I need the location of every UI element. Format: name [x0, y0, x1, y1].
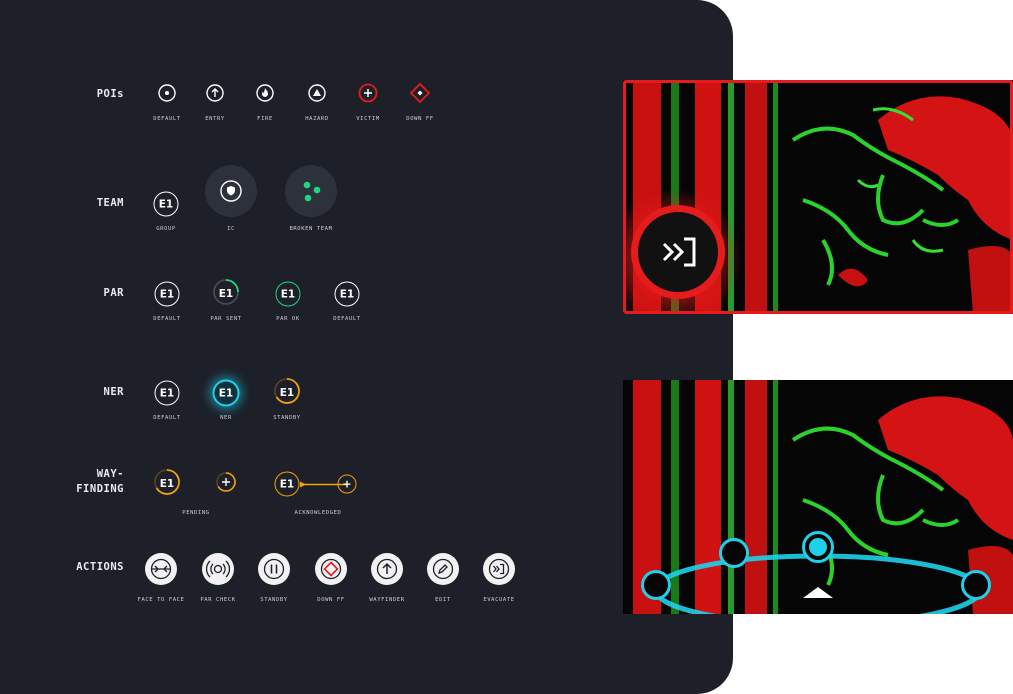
- poi-fire-icon[interactable]: [256, 84, 274, 106]
- row-label-wayfinding-line1: WAY-: [96, 468, 124, 480]
- radial-node-right[interactable]: [961, 570, 991, 600]
- team-broken-team-caption: BROKEN TEAM: [289, 226, 333, 232]
- ner-active-badge[interactable]: E1: [212, 379, 240, 407]
- pencil-icon: [432, 558, 454, 580]
- wayfinding-pending-badge[interactable]: E1: [153, 468, 181, 500]
- wayfinding-pending-caption: PENDING: [182, 510, 210, 516]
- action-evacuate-button[interactable]: [483, 553, 515, 585]
- team-ic-caption: IC: [227, 226, 235, 232]
- poi-default-dot-icon[interactable]: [158, 84, 176, 106]
- action-edit-caption: EDIT: [435, 597, 451, 603]
- action-standby-caption: STANDBY: [260, 597, 288, 603]
- shield-icon: [220, 180, 242, 202]
- team-group-caption: GROUP: [156, 226, 176, 232]
- action-down-ff-button[interactable]: [315, 553, 347, 585]
- par-default-2-badge-label: E1: [339, 288, 355, 300]
- action-wayfinder-button[interactable]: [371, 553, 403, 585]
- poi-victim-caption: VICTIM: [356, 116, 380, 122]
- par-default-2-caption: DEFAULT: [333, 316, 361, 322]
- row-label-wayfinding: WAY- FINDING: [0, 467, 124, 497]
- action-face-to-face-caption: FACE TO FACE: [137, 597, 185, 603]
- poi-hazard-caption: HAZARD: [305, 116, 329, 122]
- wayfinding-acknowledged-badge-label: E1: [279, 478, 295, 490]
- wayfinding-pending-badge-label: E1: [159, 478, 175, 490]
- par-default-badge[interactable]: E1: [154, 281, 180, 307]
- poi-default-caption: DEFAULT: [153, 116, 181, 122]
- action-face-to-face-button[interactable]: [145, 553, 177, 585]
- ner-active-caption: NER: [220, 415, 232, 421]
- ner-standby-caption: STANDBY: [273, 415, 301, 421]
- ner-standby-badge[interactable]: E1: [273, 377, 301, 409]
- row-label-pois: POIs: [96, 88, 124, 100]
- poi-victim-plus-icon[interactable]: [358, 83, 378, 107]
- team-group-badge[interactable]: E1: [153, 191, 179, 217]
- row-label-wayfinding-line2: FINDING: [76, 483, 124, 495]
- par-ok-badge-label: E1: [280, 288, 296, 300]
- poi-down-ff-diamond-icon[interactable]: [409, 82, 431, 108]
- broken-team-dots-icon: [303, 181, 321, 202]
- par-ok-badge[interactable]: E1: [275, 281, 301, 307]
- par-sent-caption: PAR SENT: [210, 316, 242, 322]
- radial-node-left[interactable]: [641, 570, 671, 600]
- ner-standby-badge-label: E1: [279, 387, 295, 399]
- evacuate-icon: [662, 237, 696, 267]
- action-par-check-button[interactable]: [202, 553, 234, 585]
- radial-node-selected[interactable]: [802, 531, 834, 563]
- row-label-team: TEAM: [96, 197, 124, 209]
- par-default-2-badge[interactable]: E1: [334, 281, 360, 307]
- poi-down-ff-caption: DOWN FF: [406, 116, 434, 122]
- wayfinding-acknowledged-caption: ACKNOWLEDGED: [294, 510, 342, 516]
- radial-node-selected-dot: [809, 538, 827, 556]
- par-sent-badge-label: E1: [218, 288, 234, 300]
- radial-menu-icon: [653, 553, 983, 614]
- action-wayfinder-caption: WAYFINDER: [369, 597, 405, 603]
- poi-hazard-triangle-icon[interactable]: [308, 84, 326, 106]
- par-default-caption: DEFAULT: [153, 316, 181, 322]
- action-edit-button[interactable]: [427, 553, 459, 585]
- action-standby-button[interactable]: [258, 553, 290, 585]
- action-evacuate-caption: EVACUATE: [483, 597, 515, 603]
- par-check-icon: [206, 560, 230, 578]
- face-to-face-icon: [150, 558, 172, 580]
- wayfinder-preview: [623, 380, 1013, 614]
- radial-node-upper-left[interactable]: [719, 538, 749, 568]
- wayfinding-acknowledged-badge[interactable]: E1: [274, 471, 300, 497]
- ner-default-caption: DEFAULT: [153, 415, 181, 421]
- par-default-badge-label: E1: [159, 288, 175, 300]
- wayfinding-acknowledged-target-plus: +: [342, 477, 352, 491]
- team-broken-team-badge[interactable]: [285, 165, 337, 217]
- ner-default-badge-label: E1: [159, 387, 175, 399]
- wayfinding-acknowledged-target[interactable]: +: [337, 474, 357, 494]
- poi-fire-caption: FIRE: [257, 116, 273, 122]
- row-label-par: PAR: [103, 287, 124, 299]
- ner-default-badge[interactable]: E1: [154, 380, 180, 406]
- row-label-ner: NER: [103, 386, 124, 398]
- par-ok-caption: PAR OK: [276, 316, 300, 322]
- action-down-ff-caption: DOWN FF: [317, 597, 345, 603]
- pause-icon: [263, 558, 285, 580]
- team-ic-badge[interactable]: [205, 165, 257, 217]
- team-group-badge-label: E1: [158, 198, 174, 210]
- ner-active-badge-label: E1: [218, 387, 234, 399]
- arrow-up-icon: [376, 558, 398, 580]
- poi-entry-arrow-up-icon[interactable]: [206, 84, 224, 106]
- par-sent-badge[interactable]: E1: [212, 278, 240, 310]
- evacuate-icon: [488, 558, 510, 580]
- evacuate-preview: [623, 80, 1013, 314]
- down-ff-diamond-icon: [320, 558, 342, 580]
- wayfinding-pending-target[interactable]: [215, 471, 237, 497]
- row-label-actions: ACTIONS: [76, 561, 124, 573]
- action-par-check-caption: PAR CHECK: [200, 597, 236, 603]
- evacuate-preview-button[interactable]: [631, 205, 725, 299]
- poi-entry-caption: ENTRY: [205, 116, 225, 122]
